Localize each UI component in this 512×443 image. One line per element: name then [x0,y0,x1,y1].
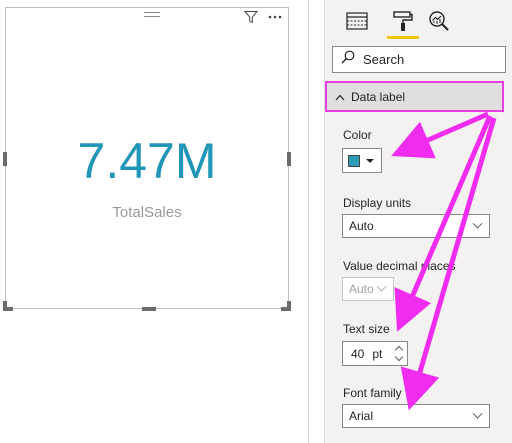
pane-tabs [325,0,512,44]
spin-buttons[interactable] [394,345,404,362]
text-size-stepper[interactable]: 40 pt [342,341,408,366]
decimal-places-select[interactable]: Auto [342,277,394,301]
text-size-value: 40 [351,346,365,361]
paint-roller-icon [392,10,414,37]
display-units-select[interactable]: Auto [342,214,490,238]
canvas-divider [308,0,309,443]
resize-handle-left[interactable] [3,152,7,166]
drag-grip-icon[interactable] [144,12,160,17]
search-input[interactable]: Search [332,46,506,73]
card-visual[interactable]: 7.47M TotalSales [3,7,291,311]
font-family-select[interactable]: Arial [342,404,490,428]
format-tab[interactable] [389,8,417,38]
filter-icon[interactable] [242,8,260,26]
chevron-down-icon [376,281,387,292]
resize-handle-bottom-right[interactable] [287,301,291,311]
data-label-section-header[interactable]: Data label [325,81,504,112]
card-value: 7.47M [77,133,217,189]
text-size-label: Text size [343,322,390,336]
fields-icon [346,11,368,35]
color-label: Color [343,128,372,142]
analytics-icon [428,10,450,37]
resize-handle-bottom-left[interactable] [3,301,7,311]
decimal-places-value: Auto [349,282,374,296]
search-placeholder: Search [363,52,405,67]
search-icon [341,50,355,69]
resize-handle-right[interactable] [287,152,291,166]
decimal-places-label: Value decimal places [343,259,456,273]
color-swatch [348,154,360,167]
fields-tab[interactable] [343,8,371,38]
format-pane: Search Data label Color Display units Au… [324,0,512,443]
font-family-label: Font family [343,386,402,400]
report-canvas: 7.47M TotalSales [0,0,324,443]
font-family-value: Arial [349,409,374,423]
display-units-value: Auto [349,219,374,233]
text-size-unit: pt [372,346,383,361]
analytics-tab[interactable] [425,8,453,38]
active-tab-indicator [387,36,419,39]
section-title: Data label [351,89,406,104]
color-picker-button[interactable] [342,148,382,173]
visual-header [242,8,284,26]
caret-down-icon [366,158,374,163]
card-category-label: TotalSales [112,204,182,221]
chevron-down-icon [472,408,483,419]
chevron-down-icon [472,218,483,229]
chevron-up-icon[interactable] [335,88,345,106]
resize-handle-bottom[interactable] [142,307,156,311]
more-options-icon[interactable] [266,8,284,26]
spin-down-icon[interactable] [394,352,404,362]
display-units-label: Display units [343,196,412,210]
